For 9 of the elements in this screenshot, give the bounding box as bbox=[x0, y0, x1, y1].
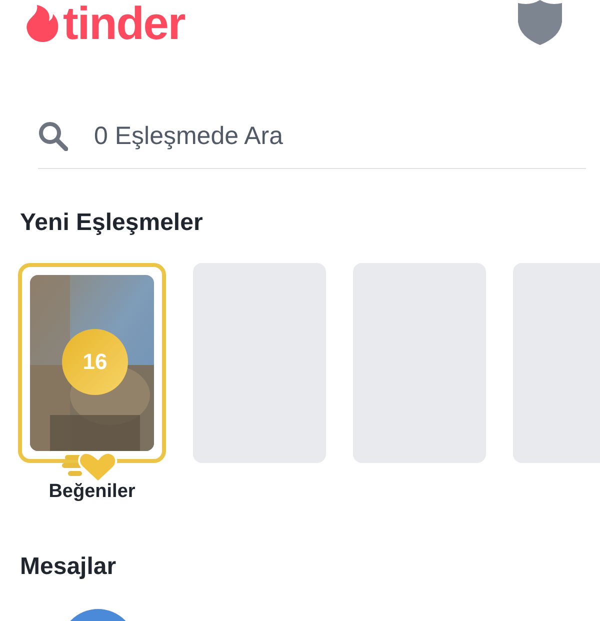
section-heading: Mesajlar bbox=[20, 553, 118, 581]
app-logo: tinder bbox=[63, 2, 185, 44]
likes-card[interactable]: 16 bbox=[18, 263, 166, 463]
section-heading: Yeni Eşleşmeler bbox=[20, 209, 204, 237]
search-field[interactable]: 0 Eşleşmede Ara bbox=[94, 122, 586, 150]
flame-icon bbox=[26, 4, 60, 42]
shield-icon[interactable] bbox=[518, 0, 562, 45]
likes-label: Beğeniler bbox=[48, 481, 136, 503]
search-icon bbox=[38, 121, 68, 151]
